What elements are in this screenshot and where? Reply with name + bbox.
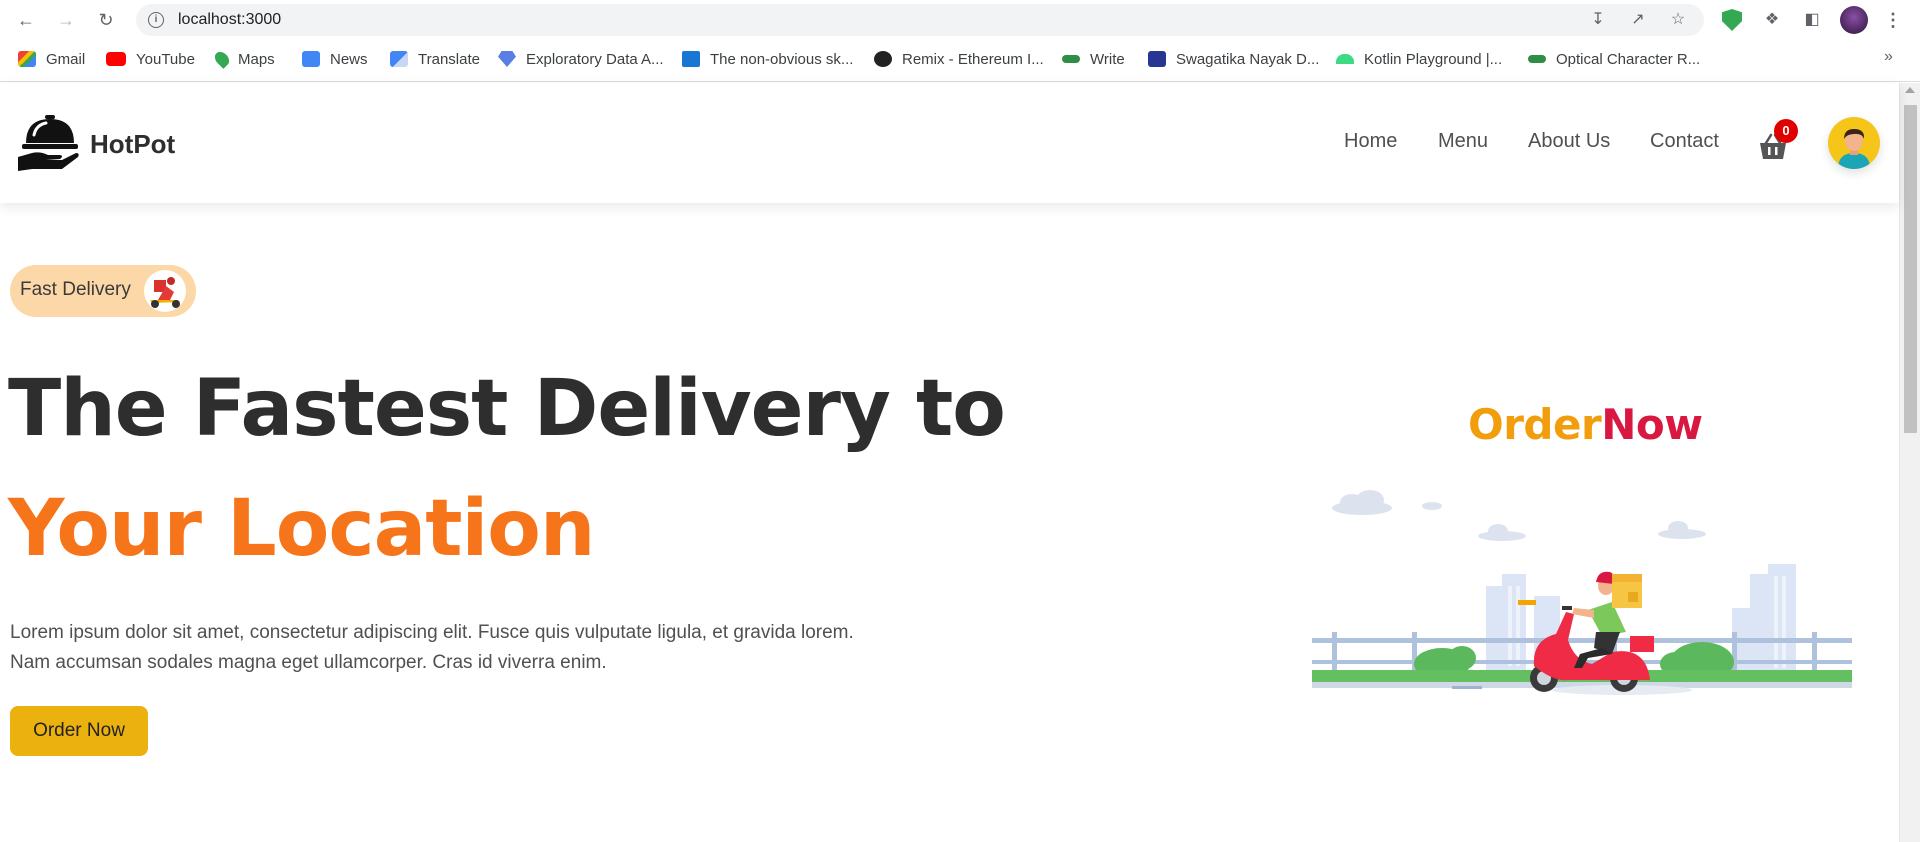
user-avatar-icon [1838, 129, 1870, 169]
bookmark-star-icon[interactable]: ☆ [1668, 10, 1688, 30]
remix-icon [874, 51, 892, 67]
delivery-scooter-icon [144, 270, 186, 312]
reload-icon[interactable]: ↻ [94, 8, 118, 32]
user-avatar[interactable] [1828, 117, 1880, 169]
nav-home[interactable]: Home [1344, 130, 1397, 153]
bookmark-non-obvious[interactable]: The non-obvious sk... [682, 48, 853, 70]
order-now-button[interactable]: Order Now [10, 706, 148, 756]
share-icon[interactable]: ↗ [1628, 10, 1648, 30]
translate-icon [390, 51, 408, 67]
hero-title-line-1: The Fastest Delivery to [8, 364, 1006, 454]
bookmark-write[interactable]: Write [1062, 48, 1125, 70]
hero-title-line-2: Your Location [8, 484, 595, 574]
hero-description: Lorem ipsum dolor sit amet, consectetur … [10, 618, 930, 678]
android-icon [1336, 54, 1354, 64]
fast-delivery-badge: Fast Delivery [10, 265, 196, 317]
cloche-hand-logo-icon[interactable] [18, 113, 82, 173]
address-url[interactable]: localhost:3000 [178, 11, 281, 29]
browser-menu-icon[interactable]: ⋮ [1884, 8, 1902, 32]
install-app-icon[interactable]: ↧ [1588, 10, 1608, 30]
play-icon [682, 51, 700, 67]
bookmark-exploratory-data[interactable]: Exploratory Data A... [498, 48, 664, 70]
bookmark-news[interactable]: News [302, 48, 368, 70]
gmail-icon [18, 51, 36, 67]
fast-delivery-label: Fast Delivery [20, 279, 131, 300]
bookmark-ocr[interactable]: Optical Character R... [1528, 48, 1700, 70]
bookmarks-overflow-icon[interactable]: » [1884, 48, 1893, 66]
cart-count-badge: 0 [1774, 119, 1798, 143]
back-arrow-icon[interactable]: ← [14, 8, 38, 32]
maps-icon [212, 49, 232, 69]
brand-name[interactable]: HotPot [90, 129, 175, 160]
delivery-scooter-illustration [1312, 490, 1852, 695]
forward-arrow-icon[interactable]: → [54, 8, 78, 32]
bookmarks-bar: Gmail YouTube Maps News Translate Explor… [0, 44, 1920, 74]
site-header: HotPot Home Menu About Us Contact 0 [0, 83, 1899, 203]
hero-description-line-2: Nam accumsan sodales magna eget ullamcor… [10, 652, 607, 673]
bookmark-swagatika[interactable]: Swagatika Nayak D... [1148, 48, 1319, 70]
site-info-icon[interactable]: i [148, 12, 164, 28]
extensions-puzzle-icon[interactable]: ❖ [1760, 8, 1784, 32]
extension-shield-icon[interactable] [1722, 9, 1742, 31]
bookmark-youtube[interactable]: YouTube [106, 48, 195, 70]
nav-contact[interactable]: Contact [1650, 130, 1719, 153]
nav-menu[interactable]: Menu [1438, 130, 1488, 153]
address-bar[interactable]: i localhost:3000 ↧ ↗ ☆ [136, 4, 1704, 36]
gfg-icon [1062, 55, 1080, 63]
bookmark-translate[interactable]: Translate [390, 48, 480, 70]
bookmark-remix[interactable]: Remix - Ethereum I... [874, 48, 1044, 70]
news-icon [302, 51, 320, 67]
scroll-thumb[interactable] [1904, 105, 1917, 433]
bookmark-kotlin[interactable]: Kotlin Playground |... [1336, 48, 1502, 70]
bookmark-gmail[interactable]: Gmail [18, 48, 85, 70]
c-icon [1148, 51, 1166, 67]
scroll-up-arrow-icon[interactable] [1905, 87, 1915, 93]
side-panel-icon[interactable]: ◧ [1800, 8, 1824, 32]
bookmark-maps[interactable]: Maps [212, 48, 275, 70]
diamond-icon [498, 51, 516, 67]
nav-about-us[interactable]: About Us [1528, 130, 1610, 153]
browser-chrome: ← → ↻ i localhost:3000 ↧ ↗ ☆ ❖ ◧ ⋮ Gmail… [0, 0, 1920, 82]
page-scrollbar[interactable] [1899, 83, 1920, 842]
browser-toolbar: ← → ↻ i localhost:3000 ↧ ↗ ☆ ❖ ◧ ⋮ [0, 0, 1920, 40]
gfg-icon [1528, 55, 1546, 63]
youtube-icon [106, 52, 126, 66]
browser-profile-avatar[interactable] [1840, 6, 1868, 34]
hero-description-line-1: Lorem ipsum dolor sit amet, consectetur … [10, 622, 854, 643]
